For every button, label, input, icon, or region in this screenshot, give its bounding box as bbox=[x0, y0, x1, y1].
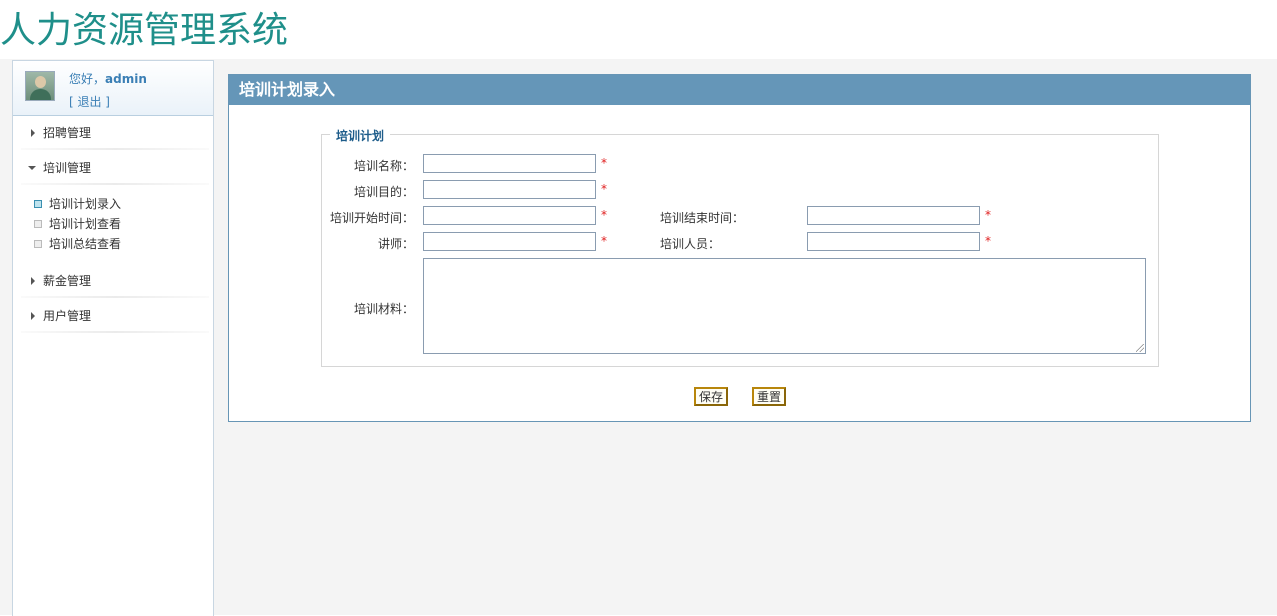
bullet-square-icon bbox=[34, 240, 42, 248]
sidebar-group-training[interactable]: 培训管理 bbox=[13, 151, 213, 186]
sidebar-item-summary-view[interactable]: 培训总结查看 bbox=[13, 234, 213, 254]
avatar-head-icon bbox=[35, 76, 46, 88]
teacher-input[interactable] bbox=[423, 232, 596, 251]
sidebar-group-users[interactable]: 用户管理 bbox=[13, 299, 213, 334]
panel-title: 培训计划录入 bbox=[229, 75, 1250, 105]
bullet-square-icon bbox=[34, 220, 42, 228]
training-submenu: 培训计划录入 培训计划查看 培训总结查看 bbox=[13, 186, 213, 264]
caret-down-icon bbox=[28, 166, 36, 170]
required-mark: * bbox=[601, 234, 607, 248]
training-goal-input[interactable] bbox=[423, 180, 596, 199]
sidebar-group-label: 招聘管理 bbox=[43, 126, 92, 140]
sidebar-item-label: 培训计划查看 bbox=[49, 217, 122, 231]
avatar bbox=[25, 71, 55, 101]
staff-input[interactable] bbox=[807, 232, 980, 251]
required-mark: * bbox=[985, 234, 991, 248]
caret-right-icon bbox=[31, 129, 35, 137]
material-textarea[interactable] bbox=[423, 258, 1146, 354]
end-time-label: 培训结束时间： bbox=[660, 211, 745, 225]
logout-link[interactable]: [ 退出 ] bbox=[69, 93, 110, 110]
user-greeting: 您好，admin bbox=[69, 70, 147, 87]
required-mark: * bbox=[601, 208, 607, 222]
training-plan-fieldset: 培训计划 培训名称： * 培训目的： * 培训开始时间： * 培训结束时间： *… bbox=[321, 127, 1159, 367]
sidebar: 您好，admin [ 退出 ] 招聘管理 培训管理 培训计划录入 培训计划查看 … bbox=[12, 60, 214, 616]
avatar-body-icon bbox=[30, 89, 51, 100]
sidebar-group-label: 用户管理 bbox=[43, 309, 92, 323]
sidebar-group-label: 薪金管理 bbox=[43, 274, 92, 288]
greeting-text: 您好， bbox=[69, 72, 106, 86]
required-mark: * bbox=[601, 156, 607, 170]
training-name-input[interactable] bbox=[423, 154, 596, 173]
staff-label: 培训人员： bbox=[660, 237, 721, 251]
save-button[interactable]: 保存 bbox=[694, 387, 729, 406]
user-box: 您好，admin [ 退出 ] bbox=[13, 61, 213, 116]
sidebar-group-recruitment[interactable]: 招聘管理 bbox=[13, 116, 213, 151]
sidebar-group-salary[interactable]: 薪金管理 bbox=[13, 264, 213, 299]
end-time-input[interactable] bbox=[807, 206, 980, 225]
sidebar-item-plan-entry[interactable]: 培训计划录入 bbox=[13, 194, 213, 214]
fieldset-legend: 培训计划 bbox=[330, 127, 391, 144]
caret-right-icon bbox=[31, 277, 35, 285]
start-time-label: 培训开始时间： bbox=[329, 211, 414, 225]
goal-label: 培训目的： bbox=[353, 185, 414, 199]
training-plan-panel: 培训计划录入 培训计划 培训名称： * 培训目的： * 培训开始时间： * 培训… bbox=[228, 74, 1251, 422]
bullet-square-icon bbox=[34, 200, 42, 208]
name-label: 培训名称： bbox=[353, 159, 414, 173]
sidebar-group-label: 培训管理 bbox=[43, 161, 92, 175]
app-title: 人力资源管理系统 bbox=[0, 10, 289, 51]
reset-button[interactable]: 重置 bbox=[752, 387, 787, 406]
caret-right-icon bbox=[31, 312, 35, 320]
resize-grip-icon[interactable] bbox=[1136, 344, 1144, 352]
teacher-label: 讲师： bbox=[377, 237, 414, 251]
sidebar-item-label: 培训计划录入 bbox=[49, 197, 122, 211]
sidebar-item-label: 培训总结查看 bbox=[49, 237, 122, 251]
material-label: 培训材料： bbox=[353, 302, 414, 316]
sidebar-item-plan-view[interactable]: 培训计划查看 bbox=[13, 214, 213, 234]
required-mark: * bbox=[985, 208, 991, 222]
start-time-input[interactable] bbox=[423, 206, 596, 225]
username: admin bbox=[105, 72, 147, 86]
required-mark: * bbox=[601, 182, 607, 196]
